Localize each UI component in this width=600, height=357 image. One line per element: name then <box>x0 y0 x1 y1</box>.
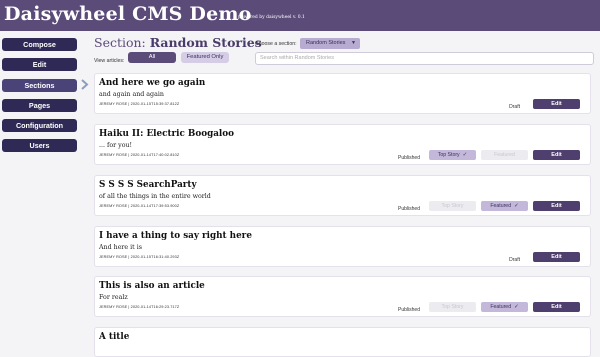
app-title: Daisywheel CMS Demo <box>4 3 252 25</box>
top-story-toggle[interactable]: Top Story <box>429 302 476 312</box>
featured-toggle[interactable]: Featured ✓ <box>481 201 528 211</box>
article-card: S S S S SearchParty of all the things in… <box>94 175 591 216</box>
article-subtitle: of all the things in the entire world <box>99 193 211 200</box>
article-subtitle: and again and again <box>99 91 164 98</box>
app-header: Daisywheel CMS Demo powered by daisywhee… <box>0 0 600 31</box>
article-title: And here we go again <box>99 78 206 88</box>
article-meta: JEREMY ROSE | 2020-01-15T16:31:40.293Z <box>99 255 180 259</box>
article-subtitle: ... for you! <box>99 142 133 149</box>
article-meta: JEREMY ROSE | 2020-01-14T17:40:02.810Z <box>99 153 180 157</box>
article-status: Published <box>398 155 420 161</box>
article-title: S S S S SearchParty <box>99 180 197 190</box>
check-icon: ✓ <box>514 304 519 310</box>
article-status: Draft <box>509 104 520 110</box>
check-icon: ✓ <box>514 203 519 209</box>
section-select-value: Random Stories <box>306 40 346 46</box>
article-subtitle: For realz <box>99 294 128 301</box>
article-status: Published <box>398 307 420 313</box>
article-title: Haiku II: Electric Boogaloo <box>99 129 235 139</box>
article-card: And here we go again and again and again… <box>94 73 591 114</box>
featured-toggle[interactable]: Featured ✓ <box>481 302 528 312</box>
article-meta: JEREMY ROSE | 2020-01-14T16:29:23.717Z <box>99 305 180 309</box>
article-title: I have a thing to say right here <box>99 231 252 241</box>
edit-button[interactable]: Edit <box>533 252 580 262</box>
article-meta: JEREMY ROSE | 2020-01-15T15:39:37.812Z <box>99 102 180 106</box>
check-icon: ✓ <box>462 152 468 158</box>
article-card: Haiku II: Electric Boogaloo ... for you!… <box>94 124 591 165</box>
featured-toggle[interactable]: Featured <box>481 150 528 160</box>
edit-button[interactable]: Edit <box>533 302 580 312</box>
featured-label: Featured <box>490 203 512 209</box>
top-story-label: Top Story <box>437 152 460 158</box>
edit-button[interactable]: Edit <box>533 201 580 211</box>
article-card: A title <box>94 327 591 357</box>
view-articles-label: View articles: <box>94 58 125 64</box>
page-title: Section: Random Stories <box>94 35 262 50</box>
sidebar: Compose Edit Sections Pages Configuratio… <box>0 31 94 344</box>
nav-edit-button[interactable]: Edit <box>2 58 77 71</box>
article-status: Draft <box>509 257 520 263</box>
chevron-right-icon <box>81 79 89 90</box>
nav-compose-button[interactable]: Compose <box>2 38 77 51</box>
choose-section-label: Choose a section: <box>255 41 297 47</box>
main-content: Section: Random Stories Choose a section… <box>94 31 600 357</box>
view-featured-button[interactable]: Featured Only <box>181 52 229 63</box>
edit-button[interactable]: Edit <box>533 99 580 109</box>
nav-configuration-button[interactable]: Configuration <box>2 119 77 132</box>
edit-button[interactable]: Edit <box>533 150 580 160</box>
article-card: I have a thing to say right here And her… <box>94 226 591 267</box>
search-input[interactable]: Search within Random Stories <box>255 52 594 65</box>
page-title-section: Random Stories <box>149 35 262 50</box>
page-title-prefix: Section: <box>94 35 150 50</box>
nav-users-button[interactable]: Users <box>2 139 77 152</box>
article-title: This is also an article <box>99 281 205 291</box>
top-story-toggle[interactable]: Top Story <box>429 201 476 211</box>
powered-by-text: powered by daisywheel v. 0.1 <box>238 15 305 20</box>
article-title: A title <box>99 332 130 342</box>
nav-pages-button[interactable]: Pages <box>2 99 77 112</box>
featured-label: Featured <box>490 304 512 310</box>
article-meta: JEREMY ROSE | 2020-01-14T17:39:53.900Z <box>99 204 180 208</box>
article-status: Published <box>398 206 420 212</box>
top-story-toggle[interactable]: Top Story ✓ <box>429 150 476 160</box>
article-card: This is also an article For realz JEREMY… <box>94 276 591 317</box>
caret-down-icon: ▼ <box>351 40 356 46</box>
section-select[interactable]: Random Stories ▼ <box>300 38 360 49</box>
article-subtitle: And here it is <box>99 244 142 251</box>
nav-sections-button[interactable]: Sections <box>2 79 77 92</box>
view-all-button[interactable]: All <box>128 52 176 63</box>
